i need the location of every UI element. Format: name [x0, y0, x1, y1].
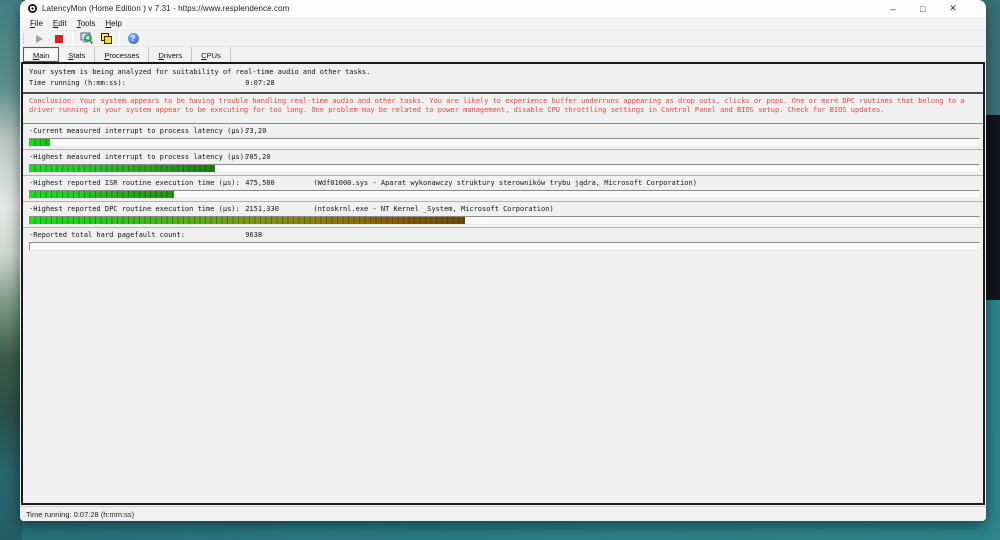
copy-report-button[interactable]	[98, 32, 114, 46]
row-highest-latency: ·Highest measured interrupt to process l…	[23, 150, 983, 177]
tab-stats[interactable]: Stats	[59, 47, 96, 62]
toolbar-grip	[23, 33, 25, 44]
row-isr-time: ·Highest reported ISR routine execution …	[23, 176, 983, 203]
latency-bar	[30, 191, 175, 199]
latency-bar	[30, 139, 50, 147]
stop-monitor-button[interactable]	[51, 32, 67, 46]
row-value: 2151,330	[245, 205, 279, 214]
main-panel: Your system is being analyzed for suitab…	[21, 62, 985, 505]
desktop-wallpaper-left	[0, 0, 22, 540]
latency-bar-track	[29, 242, 980, 252]
latency-bar-track	[29, 138, 980, 148]
toolbar: ?	[20, 30, 986, 47]
row-label: ·Highest reported ISR routine execution …	[29, 179, 240, 188]
minimize-icon[interactable]: –	[878, 0, 908, 17]
row-current-latency: ·Current measured interrupt to process l…	[23, 124, 983, 151]
desktop-background-right	[985, 0, 1000, 115]
background-window-right	[985, 115, 1000, 300]
menu-edit[interactable]: Edit	[48, 19, 72, 28]
tab-main[interactable]: Main	[23, 47, 60, 62]
measurement-rows: ·Current measured interrupt to process l…	[23, 124, 983, 254]
window-controls: – □ ✕	[878, 0, 968, 17]
status-bar: Time running: 0:07:28 (h:mm:ss)	[20, 506, 986, 521]
start-monitor-button[interactable]	[31, 32, 47, 46]
row-extra: (Wdf01000.sys - Aparat wykonawczy strukt…	[313, 179, 697, 188]
menu-tools[interactable]: Tools	[72, 19, 101, 28]
help-button[interactable]: ?	[125, 32, 141, 46]
menu-bar: File Edit Tools Help	[20, 17, 986, 30]
latency-bar	[30, 165, 216, 173]
toolbar-separator	[119, 32, 120, 45]
play-icon	[35, 34, 43, 43]
latency-bar-track	[29, 164, 980, 174]
app-icon	[28, 4, 37, 13]
tab-processes[interactable]: Processes	[95, 47, 150, 62]
toolbar-separator	[72, 32, 73, 45]
title-bar[interactable]: LatencyMon (Home Edition ) v 7.31 - http…	[20, 0, 986, 17]
row-label: ·Reported total hard pagefault count:	[29, 231, 185, 240]
row-extra: (ntoskrnl.exe - NT Kernel _System, Micro…	[313, 205, 554, 214]
tab-bar: Main Stats Processes Drivers C PUs	[20, 47, 986, 62]
time-running-value: 0:07:28	[245, 79, 275, 87]
row-value: 705,20	[245, 153, 271, 162]
row-label: ·Highest reported DPC routine execution …	[29, 205, 240, 214]
menu-help[interactable]: Help	[100, 19, 126, 28]
tab-drivers[interactable]: Drivers	[149, 47, 193, 62]
status-bar-text: Time running: 0:07:28 (h:mm:ss)	[26, 509, 135, 519]
latency-bar-track	[29, 190, 980, 200]
analyze-icon	[80, 32, 93, 45]
copy-icon	[100, 33, 112, 44]
help-icon: ?	[127, 33, 139, 44]
time-running-line: Time running (h:mm:ss): 0:07:28	[29, 78, 977, 89]
stop-icon	[55, 34, 63, 43]
close-icon[interactable]: ✕	[938, 0, 968, 17]
conclusion-text: Conclusion: Your system appears to be ha…	[23, 94, 983, 125]
row-pagefault-count: ·Reported total hard pagefault count: 96…	[23, 228, 983, 254]
time-running-label: Time running (h:mm:ss):	[29, 79, 126, 87]
latencymon-window: LatencyMon (Home Edition ) v 7.31 - http…	[20, 0, 986, 521]
latency-bar-track	[29, 216, 980, 226]
menu-file[interactable]: File	[25, 19, 48, 28]
row-value: 9638	[245, 231, 263, 240]
latency-bar	[30, 217, 465, 225]
maximize-icon[interactable]: □	[908, 0, 938, 17]
window-title: LatencyMon (Home Edition ) v 7.31 - http…	[42, 4, 290, 13]
row-label: ·Highest measured interrupt to process l…	[29, 153, 249, 162]
row-label: ·Current measured interrupt to process l…	[29, 127, 249, 136]
analyze-button[interactable]	[78, 32, 94, 46]
row-dpc-time: ·Highest reported DPC routine execution …	[23, 202, 983, 229]
analysis-status-box: Your system is being analyzed for suitab…	[23, 64, 983, 94]
row-value: 475,580	[245, 179, 275, 188]
tab-cpus[interactable]: C PUs	[192, 47, 231, 62]
row-value: 73,20	[245, 127, 267, 136]
analysis-status-text: Your system is being analyzed for suitab…	[29, 68, 371, 76]
